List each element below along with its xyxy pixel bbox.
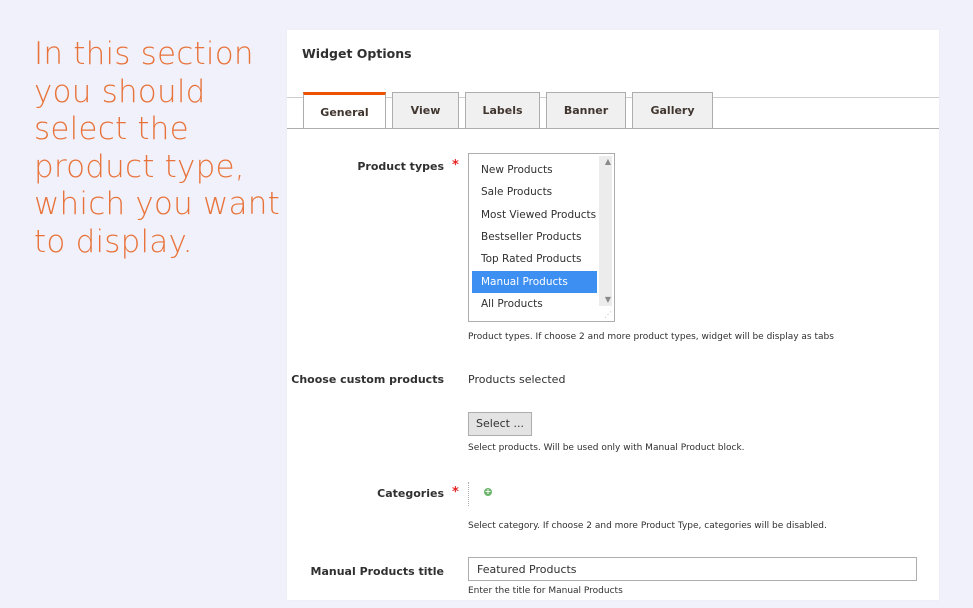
- product-types-label: Product types: [357, 160, 444, 173]
- category-tree-line: [468, 482, 469, 506]
- manual-title-label: Manual Products title: [310, 565, 444, 578]
- manual-title-note: Enter the title for Manual Products: [468, 586, 623, 596]
- tab-general[interactable]: General: [303, 92, 386, 129]
- product-type-option-bestseller[interactable]: Bestseller Products: [472, 226, 597, 248]
- tab-banner[interactable]: Banner: [546, 92, 626, 128]
- scroll-down-icon[interactable]: ▼: [605, 296, 611, 304]
- manual-title-input[interactable]: [468, 557, 917, 581]
- categories-note: Select category. If choose 2 and more Pr…: [468, 521, 827, 531]
- custom-products-note: Select products. Will be used only with …: [468, 443, 745, 453]
- categories-label: Categories: [377, 487, 444, 500]
- scroll-up-icon[interactable]: ▲: [605, 158, 611, 166]
- product-type-option-sale[interactable]: Sale Products: [472, 181, 597, 203]
- product-type-option-most-viewed[interactable]: Most Viewed Products: [472, 204, 597, 226]
- product-type-option-top-rated[interactable]: Top Rated Products: [472, 248, 597, 270]
- product-types-listbox[interactable]: New Products Sale Products Most Viewed P…: [468, 153, 615, 322]
- product-type-option-manual[interactable]: Manual Products: [472, 271, 597, 293]
- product-types-note: Product types. If choose 2 and more prod…: [468, 332, 834, 342]
- product-type-option-all[interactable]: All Products: [472, 293, 597, 315]
- tab-labels[interactable]: Labels: [465, 92, 540, 128]
- listbox-scrollbar[interactable]: [599, 156, 612, 306]
- panel-title: Widget Options: [302, 46, 412, 61]
- tab-bar: General View Labels Banner Gallery: [303, 92, 719, 129]
- tab-gallery[interactable]: Gallery: [632, 92, 713, 128]
- custom-products-label: Choose custom products: [291, 373, 444, 386]
- custom-products-value: Products selected: [468, 373, 566, 386]
- product-type-option-new[interactable]: New Products: [472, 159, 597, 181]
- widget-options-panel: Widget Options General View Labels Banne…: [287, 30, 939, 600]
- product-types-required-mark: *: [452, 158, 459, 173]
- resize-grip-icon[interactable]: ⋰: [604, 311, 612, 319]
- plus-circle-icon[interactable]: +: [484, 488, 492, 496]
- tab-view[interactable]: View: [392, 92, 459, 128]
- select-products-button[interactable]: Select ...: [468, 412, 532, 436]
- tabs-divider: [287, 128, 939, 129]
- categories-required-mark: *: [452, 485, 459, 500]
- instruction-caption: In this section you should select the pr…: [34, 36, 280, 260]
